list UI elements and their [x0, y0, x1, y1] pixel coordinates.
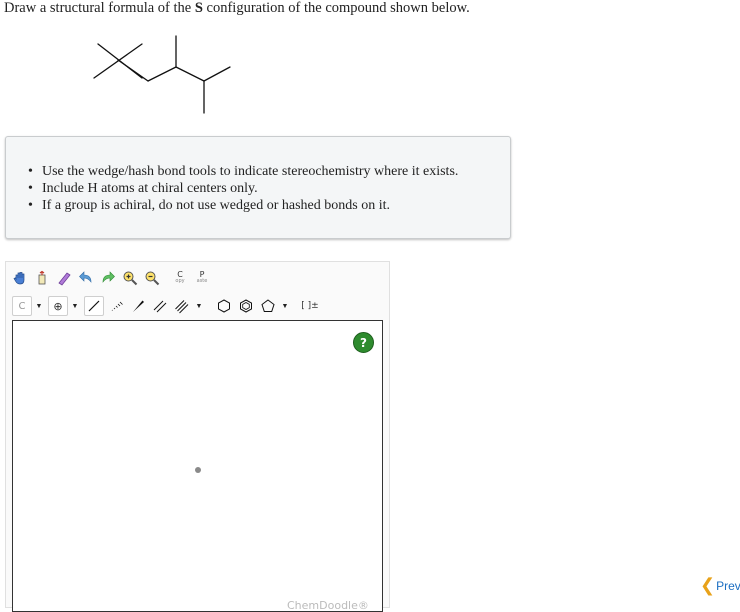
help-label: ?: [360, 335, 367, 350]
previous-label: Previ: [716, 579, 740, 593]
copy-label-bottom: opy: [175, 278, 185, 284]
canvas-center-dot: [195, 467, 201, 473]
previous-button[interactable]: ❮ Previ: [700, 577, 740, 595]
compound-structure: [93, 35, 231, 114]
double-bond-icon[interactable]: [150, 296, 170, 316]
copy-label-top: C: [177, 270, 183, 279]
bond: [175, 66, 205, 82]
triple-bond-icon[interactable]: [172, 296, 192, 316]
question-text-end: configuration of the compound shown belo…: [202, 0, 470, 16]
toolbar-row-bottom: C ▼ ⊕ ▼ ▼ ▼ [ ]±: [12, 294, 322, 318]
instructions-list: Use the wedge/hash bond tools to indicat…: [28, 163, 458, 214]
zoom-out-icon[interactable]: [142, 268, 162, 288]
zoom-in-icon[interactable]: [120, 268, 140, 288]
instruction-item: If a group is achiral, do not use wedged…: [28, 197, 458, 214]
copy-button[interactable]: C opy: [170, 268, 190, 288]
bond: [147, 66, 177, 82]
charge-label: ⊕: [53, 299, 63, 313]
paste-label-top: P: [199, 270, 205, 279]
question-text: Draw a structural formula of the S confi…: [4, 0, 470, 17]
question-text-start: Draw a structural formula of the: [4, 0, 195, 16]
bracket-charge-button[interactable]: [ ]±: [300, 296, 320, 316]
chevron-left-icon: ❮: [700, 575, 716, 596]
hand-icon[interactable]: [10, 268, 30, 288]
charge-dropdown-icon[interactable]: ▼: [70, 296, 80, 316]
undo-icon[interactable]: [76, 268, 96, 288]
bond: [117, 59, 149, 82]
instruction-item: Include H atoms at chiral centers only.: [28, 180, 458, 197]
eraser-icon[interactable]: [54, 268, 74, 288]
bracket-label: [ ]±: [301, 301, 319, 311]
single-bond-icon[interactable]: [84, 296, 104, 316]
redo-icon[interactable]: [98, 268, 118, 288]
drawing-canvas[interactable]: ? ChemDoodle®: [12, 320, 383, 612]
help-button[interactable]: ?: [353, 332, 374, 353]
cyclohexane-icon[interactable]: [214, 296, 234, 316]
charge-button[interactable]: ⊕: [48, 296, 68, 316]
toolbar-row-top: C opy P aste: [10, 266, 214, 290]
instructions-box: Use the wedge/hash bond tools to indicat…: [5, 136, 511, 239]
atom-label: C: [18, 300, 26, 312]
instruction-item: Use the wedge/hash bond tools to indicat…: [28, 163, 458, 180]
bond-dropdown-icon[interactable]: ▼: [194, 296, 204, 316]
cyclopentane-icon[interactable]: [258, 296, 278, 316]
ring-dropdown-icon[interactable]: ▼: [280, 296, 290, 316]
atom-label-button[interactable]: C: [12, 296, 32, 316]
paste-button[interactable]: P aste: [192, 268, 212, 288]
paste-label-bottom: aste: [196, 278, 208, 284]
bond: [203, 66, 231, 82]
wedge-bond-icon[interactable]: [128, 296, 148, 316]
benzene-icon[interactable]: [236, 296, 256, 316]
lasso-icon[interactable]: [32, 268, 52, 288]
hash-bond-icon[interactable]: [106, 296, 126, 316]
configuration-letter: S: [194, 0, 203, 16]
chemdoodle-editor: C opy P aste C ▼ ⊕ ▼ ▼ ▼ []± ? ChemDood…: [5, 261, 390, 612]
chemdoodle-watermark: ChemDoodle®: [287, 599, 369, 612]
atom-dropdown-icon[interactable]: ▼: [34, 296, 44, 316]
